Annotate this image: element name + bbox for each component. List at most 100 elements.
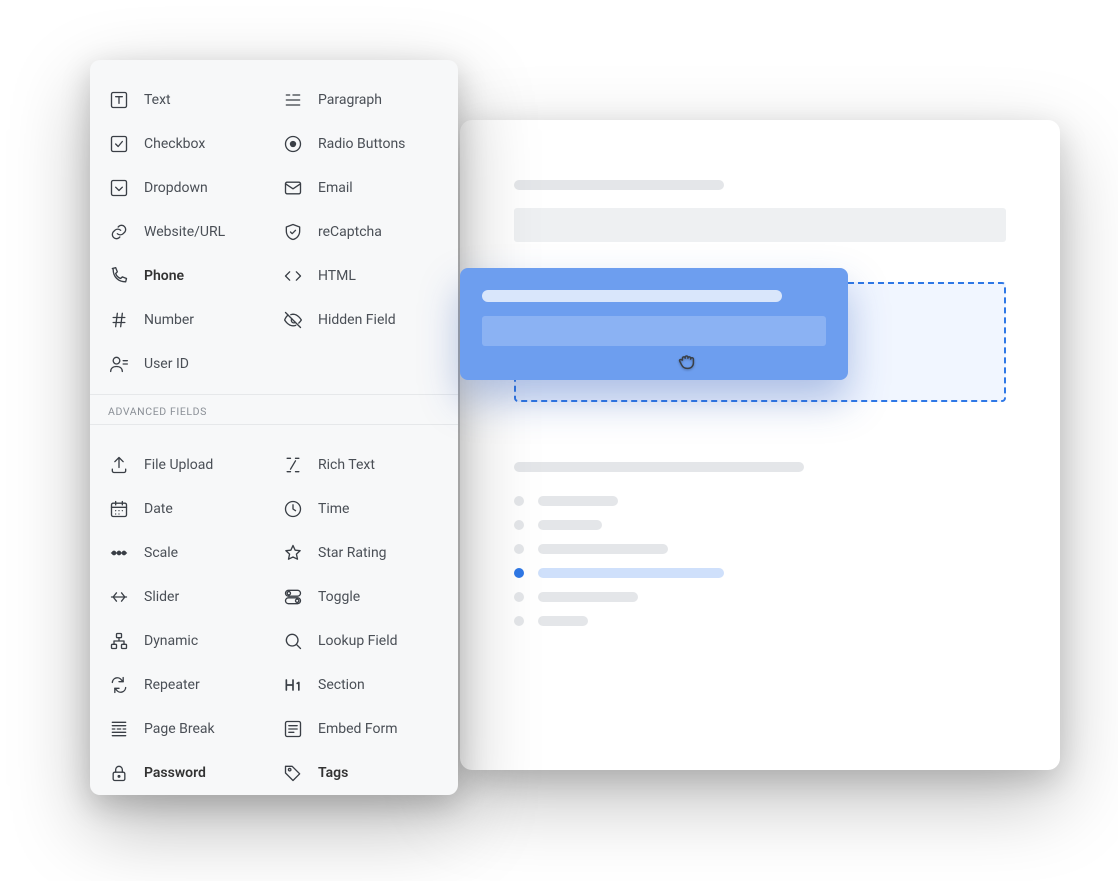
phone-icon [108, 265, 130, 287]
field-type-time[interactable]: Time [274, 489, 448, 529]
radio-dot-icon [514, 616, 524, 626]
field-type-email[interactable]: Email [274, 168, 448, 208]
placeholder-radio-option [514, 520, 1006, 530]
field-type-label: Star Rating [318, 545, 387, 561]
tree-icon [108, 630, 130, 652]
placeholder-radio-option [514, 544, 1006, 554]
field-type-embed[interactable]: Embed Form [274, 709, 448, 749]
field-type-label: Toggle [318, 589, 360, 605]
field-type-label: Time [318, 501, 349, 517]
field-type-text[interactable]: Text [100, 80, 274, 120]
field-type-recaptcha[interactable]: reCaptcha [274, 212, 448, 252]
field-type-label: HTML [318, 268, 356, 284]
radio-dot-icon [514, 544, 524, 554]
field-type-label: reCaptcha [318, 224, 382, 240]
field-type-label: Hidden Field [318, 312, 396, 328]
field-type-label: Checkbox [144, 136, 205, 152]
field-type-label: Password [144, 765, 206, 781]
field-type-phone[interactable]: Phone [100, 256, 274, 296]
field-type-fileupload[interactable]: File Upload [100, 445, 274, 485]
field-type-number[interactable]: Number [100, 300, 274, 340]
radio-icon [282, 133, 304, 155]
field-type-dropdown[interactable]: Dropdown [100, 168, 274, 208]
placeholder-radio-option [514, 568, 1006, 578]
lock-icon [108, 762, 130, 784]
advanced-fields-header: ADVANCED FIELDS [90, 394, 458, 425]
hash-icon [108, 309, 130, 331]
field-type-lookup[interactable]: Lookup Field [274, 621, 448, 661]
radio-dot-icon [514, 496, 524, 506]
tag-icon [282, 762, 304, 784]
radio-dot-icon [514, 592, 524, 602]
field-type-url[interactable]: Website/URL [100, 212, 274, 252]
field-type-slider[interactable]: Slider [100, 577, 274, 617]
placeholder-bar [538, 592, 638, 602]
field-type-hidden[interactable]: Hidden Field [274, 300, 448, 340]
placeholder-subtitle [514, 462, 804, 472]
field-type-label: Rich Text [318, 457, 375, 473]
field-type-userid[interactable]: User ID [100, 344, 274, 384]
repeat-icon [108, 674, 130, 696]
checkbox-icon [108, 133, 130, 155]
field-type-tags[interactable]: Tags [274, 753, 448, 793]
placeholder-radio-list [514, 496, 1006, 626]
advanced-fields-grid: File Upload Rich Text Date Time Scale Star Ra… [90, 425, 458, 795]
field-type-label: Phone [144, 268, 184, 284]
field-type-label: Email [318, 180, 353, 196]
placeholder-bar [538, 568, 724, 578]
calendar-icon [108, 498, 130, 520]
h1-icon [282, 674, 304, 696]
field-type-label: Slider [144, 589, 179, 605]
placeholder-radio-option [514, 592, 1006, 602]
scale-icon [108, 542, 130, 564]
field-type-toggle[interactable]: Toggle [274, 577, 448, 617]
field-type-label: File Upload [144, 457, 213, 473]
field-type-label: Dynamic [144, 633, 198, 649]
placeholder-bar [538, 520, 602, 530]
placeholder-input [514, 208, 1006, 242]
field-type-label: Number [144, 312, 194, 328]
field-type-richtext[interactable]: Rich Text [274, 445, 448, 485]
field-type-repeater[interactable]: Repeater [100, 665, 274, 705]
field-type-label: Radio Buttons [318, 136, 405, 152]
field-type-label: Website/URL [144, 224, 225, 240]
radio-dot-icon [514, 520, 524, 530]
field-type-dynamic[interactable]: Dynamic [100, 621, 274, 661]
link-icon [108, 221, 130, 243]
field-type-scale[interactable]: Scale [100, 533, 274, 573]
code-icon [282, 265, 304, 287]
field-type-section[interactable]: Section [274, 665, 448, 705]
field-type-label: Dropdown [144, 180, 208, 196]
field-type-pagebreak[interactable]: Page Break [100, 709, 274, 749]
field-type-label: Lookup Field [318, 633, 398, 649]
slider-icon [108, 586, 130, 608]
dropdown-icon [108, 177, 130, 199]
field-type-date[interactable]: Date [100, 489, 274, 529]
field-type-radio[interactable]: Radio Buttons [274, 124, 448, 164]
toggle-icon [282, 586, 304, 608]
dragging-field-card[interactable] [460, 268, 848, 380]
field-type-label: Tags [318, 765, 348, 781]
field-type-checkbox[interactable]: Checkbox [100, 124, 274, 164]
field-type-label: Section [318, 677, 365, 693]
pagebreak-icon [108, 718, 130, 740]
text-icon [108, 89, 130, 111]
field-type-password[interactable]: Password [100, 753, 274, 793]
field-type-label: Embed Form [318, 721, 398, 737]
placeholder-bar [538, 544, 668, 554]
search-icon [282, 630, 304, 652]
field-type-panel: Text Paragraph Checkbox Radio Buttons Dropdo… [90, 60, 458, 795]
placeholder-title [514, 180, 724, 190]
field-type-label: Text [144, 92, 171, 108]
form-canvas [460, 120, 1060, 770]
star-icon [282, 542, 304, 564]
placeholder-bar [538, 616, 588, 626]
field-type-star[interactable]: Star Rating [274, 533, 448, 573]
field-type-html[interactable]: HTML [274, 256, 448, 296]
paragraph-icon [282, 89, 304, 111]
grab-cursor-icon [676, 350, 698, 376]
field-type-paragraph[interactable]: Paragraph [274, 80, 448, 120]
upload-icon [108, 454, 130, 476]
field-type-label: Scale [144, 545, 178, 561]
drag-placeholder-input [482, 316, 826, 346]
